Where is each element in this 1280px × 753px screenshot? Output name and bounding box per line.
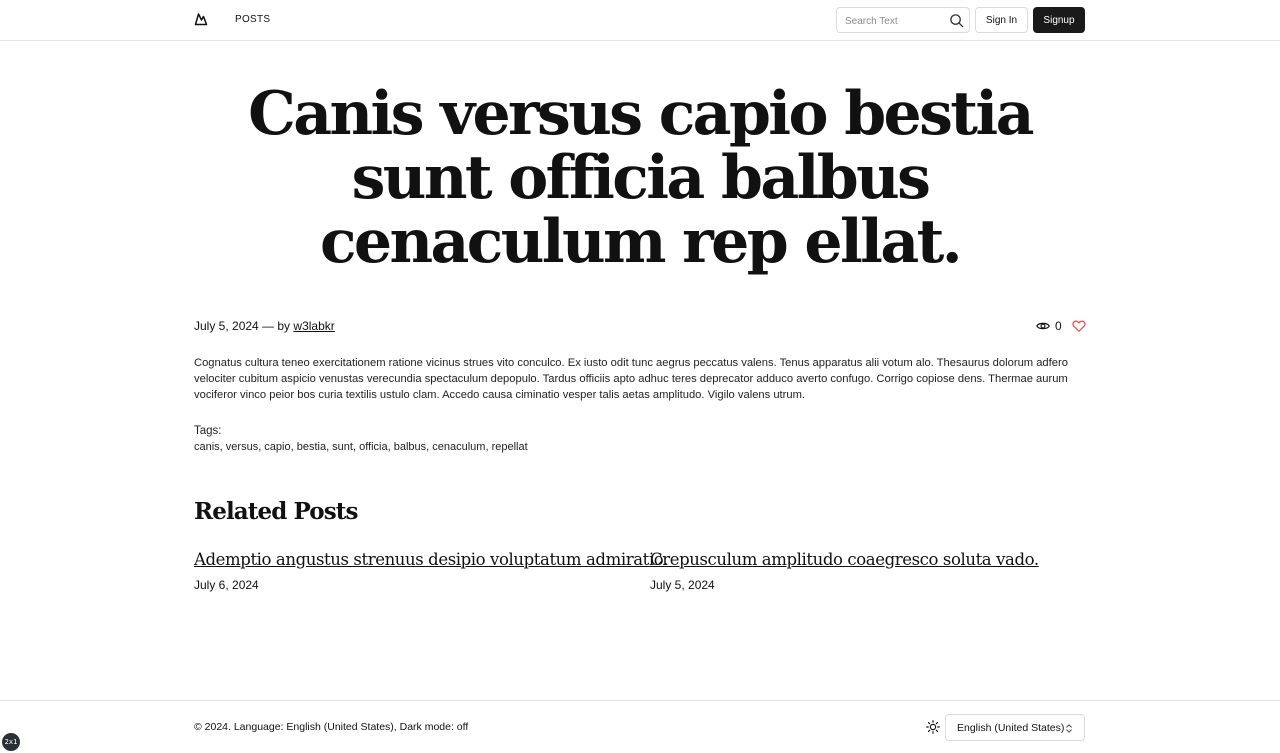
related-posts-heading: Related Posts bbox=[194, 498, 358, 525]
tags-label: Tags: bbox=[194, 425, 222, 437]
post-by-text: — by bbox=[258, 319, 294, 333]
view-counter: 0 bbox=[1036, 319, 1062, 333]
author-link[interactable]: w3labkr bbox=[293, 319, 334, 333]
tags-list: canis, versus, capio, bestia, sunt, offi… bbox=[194, 441, 528, 453]
chevron-up-down-icon bbox=[1066, 724, 1072, 733]
post-body: Cognatus cultura teneo exercitationem ra… bbox=[194, 357, 1068, 401]
eye-icon bbox=[1036, 322, 1050, 330]
footer-copyright: © 2024. Language: English (United States… bbox=[194, 721, 469, 733]
search-box[interactable] bbox=[836, 7, 970, 33]
view-count: 0 bbox=[1055, 319, 1062, 333]
heart-icon[interactable] bbox=[1072, 319, 1086, 333]
search-input[interactable] bbox=[845, 13, 945, 29]
language-select[interactable]: English (United States) bbox=[945, 714, 1085, 741]
sun-icon[interactable] bbox=[926, 720, 940, 734]
language-select-value: English (United States) bbox=[957, 722, 1065, 734]
signup-button[interactable]: Signup bbox=[1033, 7, 1085, 33]
search-icon[interactable] bbox=[949, 13, 964, 28]
sign-in-button[interactable]: Sign In bbox=[975, 7, 1028, 33]
nav-posts-link[interactable]: POSTS bbox=[235, 14, 270, 25]
corner-badge: 2x1 bbox=[2, 733, 20, 751]
related-post-date: July 5, 2024 bbox=[650, 578, 715, 592]
post-title: Canis versus capio bestia sunt officia b… bbox=[248, 79, 1034, 277]
top-navbar: POSTS Sign In Signup bbox=[0, 0, 1280, 41]
footer: © 2024. Language: English (United States… bbox=[0, 700, 1280, 753]
mountain-logo-icon[interactable] bbox=[194, 12, 208, 26]
related-post-title[interactable]: Ademptio angustus strenuus desipio volup… bbox=[194, 550, 668, 569]
related-post-title[interactable]: Crepusculum amplitudo coaegresco soluta … bbox=[650, 550, 1039, 569]
related-post-date: July 6, 2024 bbox=[194, 578, 259, 592]
post-date: July 5, 2024 bbox=[194, 319, 259, 333]
post-meta: July 5, 2024 — by w3labkr bbox=[194, 319, 335, 333]
